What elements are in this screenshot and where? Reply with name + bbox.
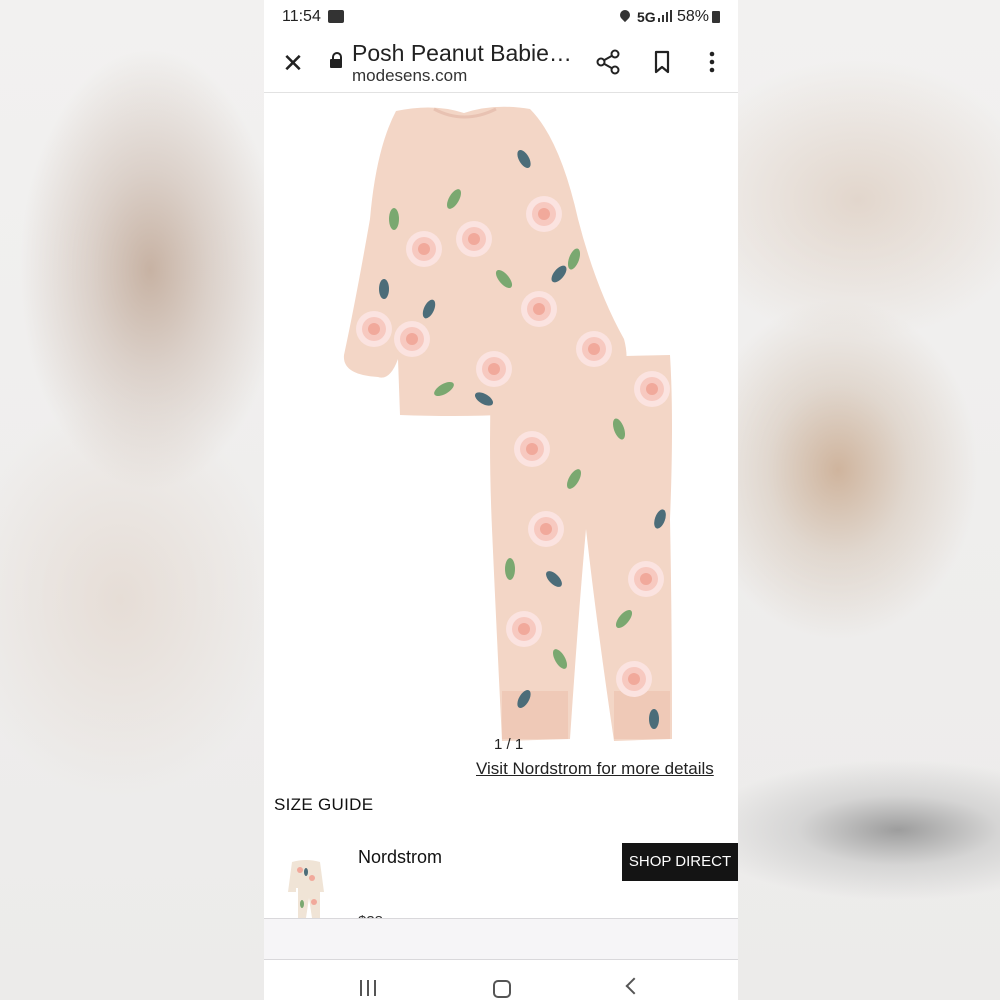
lock-icon[interactable] (330, 52, 342, 68)
bottom-sheet (264, 918, 738, 960)
system-nav-bar (264, 960, 738, 1000)
close-icon[interactable]: ✕ (278, 48, 308, 78)
home-icon[interactable] (493, 980, 511, 998)
product-image[interactable] (334, 99, 684, 749)
back-icon[interactable] (625, 977, 643, 995)
browser-toolbar: ✕ Posh Peanut Babie… modesens.com (264, 34, 738, 93)
phone-screen: 11:54 5G 58% ✕ Posh Peanut Babie… modese… (264, 0, 738, 1000)
page-title: Posh Peanut Babie… (352, 40, 572, 66)
visit-retailer-link[interactable]: Visit Nordstrom for more details (476, 759, 714, 779)
status-time: 11:54 (282, 8, 321, 25)
page-content: 1 / 1 Visit Nordstrom for more details S… (264, 93, 738, 930)
network-type: 5G (637, 9, 656, 25)
blurred-background-right (738, 0, 1000, 1000)
recent-apps-icon[interactable] (360, 980, 378, 996)
more-options-icon[interactable] (696, 46, 728, 78)
share-icon[interactable] (592, 46, 624, 78)
blurred-background-left (0, 0, 264, 1000)
battery-icon (712, 11, 720, 23)
location-icon (617, 7, 633, 23)
retailer-thumbnail[interactable] (286, 858, 326, 918)
shop-direct-button[interactable]: SHOP DIRECT (622, 843, 738, 881)
retailer-name: Nordstrom (358, 847, 443, 867)
battery-percent: 58% (677, 8, 710, 25)
page-url[interactable]: modesens.com (352, 66, 467, 86)
size-guide-link[interactable]: SIZE GUIDE (274, 795, 373, 815)
status-bar: 11:54 5G 58% (264, 0, 738, 34)
bookmark-icon[interactable] (646, 46, 678, 78)
notification-icon (328, 10, 344, 23)
image-counter: 1 / 1 (494, 736, 524, 753)
signal-icon (658, 10, 672, 22)
